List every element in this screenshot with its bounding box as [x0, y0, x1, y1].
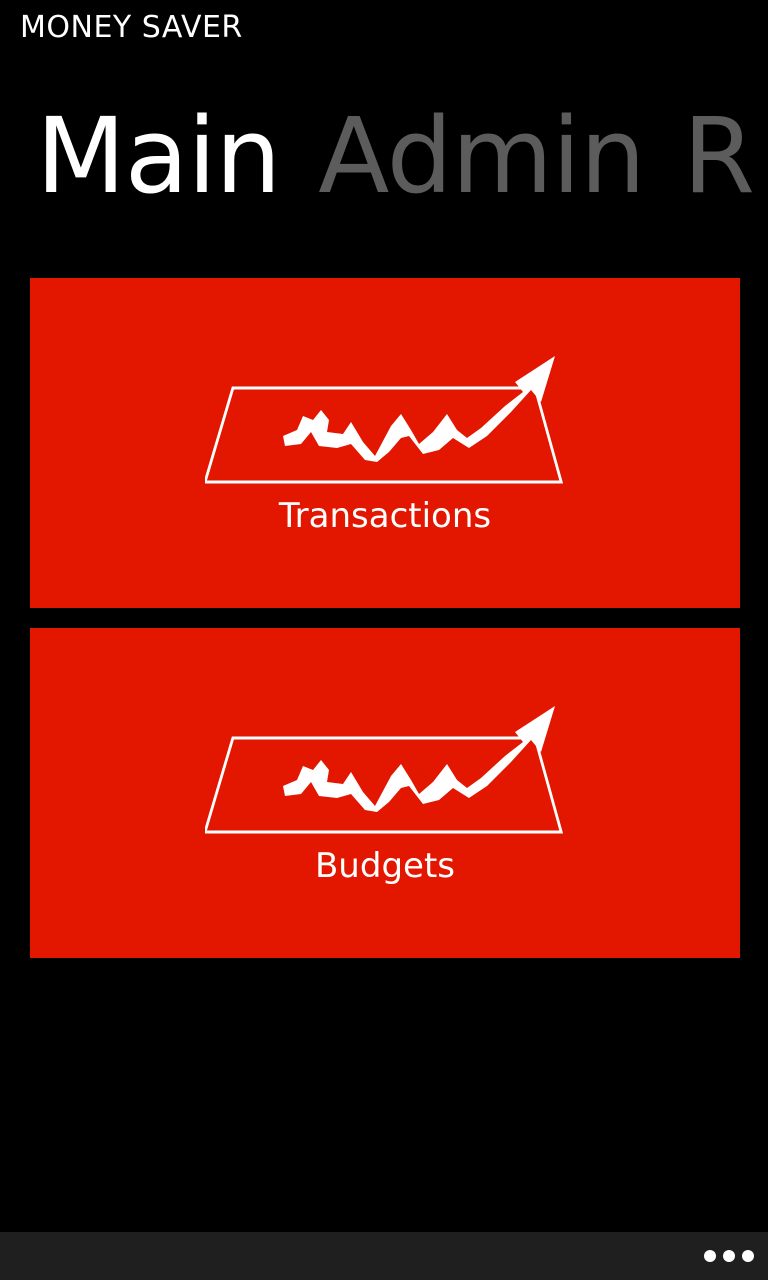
app-title: MONEY SAVER — [20, 10, 243, 45]
trending-chart-icon — [205, 356, 564, 484]
app-bar — [0, 1232, 768, 1280]
dot — [742, 1250, 754, 1262]
budgets-label: Budgets — [314, 846, 455, 886]
transactions-label: Transactions — [278, 496, 492, 536]
transactions-tile[interactable]: Transactions — [30, 278, 740, 608]
pivot-header: Main Admin R — [36, 96, 768, 216]
ellipsis-icon[interactable] — [704, 1244, 754, 1268]
app-screen: MONEY SAVER Main Admin R Transactions Budg… — [0, 0, 768, 1280]
trending-chart-icon — [205, 706, 564, 834]
dot — [704, 1250, 716, 1262]
tab-admin[interactable]: Admin — [318, 96, 645, 216]
tab-main[interactable]: Main — [36, 96, 281, 216]
tab-reports[interactable]: R — [683, 96, 755, 216]
dot — [723, 1250, 735, 1262]
budgets-tile[interactable]: Budgets — [30, 628, 740, 958]
